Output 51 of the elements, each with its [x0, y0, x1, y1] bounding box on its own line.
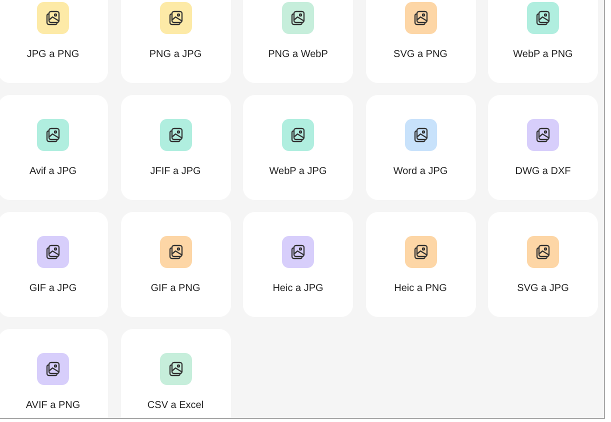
image-file-icon: [412, 127, 428, 143]
image-file-icon: [290, 127, 306, 143]
card-label: WebP a JPG: [269, 165, 327, 179]
converter-card[interactable]: AVIF a PNG: [0, 329, 108, 418]
image-file-icon: [45, 361, 61, 377]
converter-card[interactable]: JFIF a JPG: [120, 95, 230, 200]
converter-card[interactable]: DWG a DXF: [488, 95, 598, 200]
card-label: JPG a PNG: [26, 48, 80, 62]
converter-card[interactable]: GIF a JPG: [0, 212, 108, 317]
image-file-icon: [412, 244, 428, 260]
card-label: PNG a JPG: [149, 48, 202, 62]
image-file-icon: [168, 10, 184, 26]
converter-card[interactable]: CSV a Excel: [120, 329, 230, 418]
converter-card[interactable]: Heic a JPG: [243, 212, 353, 317]
image-file-icon: [45, 10, 61, 26]
card-label: JFIF a JPG: [150, 165, 201, 179]
card-label: GIF a PNG: [150, 282, 200, 296]
card-label: Heic a PNG: [394, 282, 447, 296]
card-label: SVG a JPG: [517, 282, 569, 296]
image-file-icon: [168, 127, 184, 143]
converter-card[interactable]: PNG a JPG: [120, 0, 230, 83]
image-file-icon: [535, 10, 551, 26]
card-label: DWG a DXF: [515, 165, 571, 179]
converter-card[interactable]: SVG a JPG: [488, 212, 598, 317]
card-label: SVG a PNG: [394, 48, 448, 62]
converter-card[interactable]: WebP a PNG: [488, 0, 598, 83]
card-label: AVIF a PNG: [26, 399, 80, 413]
card-label: WebP a PNG: [513, 48, 573, 62]
image-file-icon: [535, 244, 551, 260]
image-file-icon: [45, 244, 61, 260]
converter-card[interactable]: SVG a PNG: [366, 0, 476, 83]
image-file-icon: [168, 361, 184, 377]
converter-card[interactable]: Word a JPG: [366, 95, 476, 200]
image-file-icon: [412, 10, 428, 26]
converter-card[interactable]: Avif a JPG: [0, 95, 108, 200]
converter-card[interactable]: WebP a JPG: [243, 95, 353, 200]
card-label: Heic a JPG: [272, 282, 324, 296]
card-label: CSV a Excel: [147, 399, 204, 413]
image-file-icon: [168, 244, 184, 260]
converter-card[interactable]: JPG a PNG: [0, 0, 108, 83]
card-label: PNG a WebP: [268, 48, 328, 62]
card-label: Word a JPG: [393, 165, 448, 179]
image-file-icon: [45, 127, 61, 143]
image-file-icon: [290, 10, 306, 26]
converter-card[interactable]: GIF a PNG: [120, 212, 230, 317]
converter-card[interactable]: Heic a PNG: [366, 212, 476, 317]
image-file-icon: [535, 127, 551, 143]
image-file-icon: [290, 244, 306, 260]
card-label: Avif a JPG: [29, 165, 77, 179]
converter-card[interactable]: PNG a WebP: [243, 0, 353, 83]
card-label: GIF a JPG: [29, 282, 77, 296]
